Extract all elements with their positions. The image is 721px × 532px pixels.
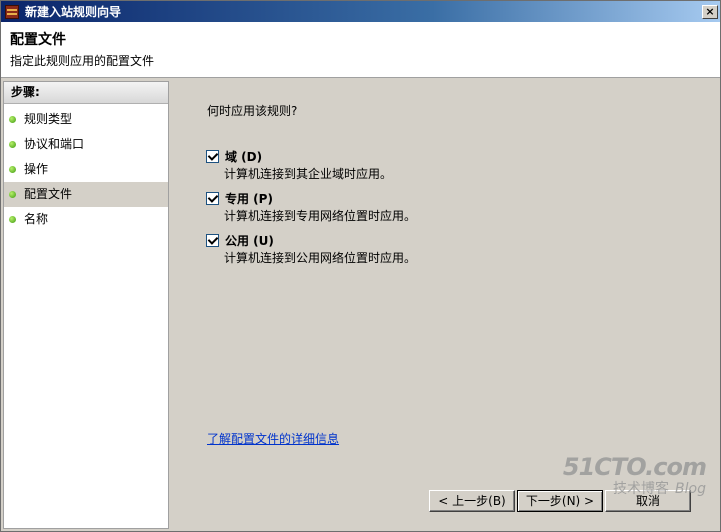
- green-dot-icon: [9, 141, 16, 148]
- wizard-header: 配置文件 指定此规则应用的配置文件: [1, 22, 720, 78]
- firewall-icon: [5, 4, 19, 19]
- domain-checkbox[interactable]: [206, 149, 219, 163]
- private-label[interactable]: 专用 (P): [225, 190, 273, 207]
- step-label: 协议和端口: [24, 137, 85, 151]
- steps-panel: 步骤: 规则类型 协议和端口 操作 配置文件 名称: [3, 81, 169, 529]
- page-title: 配置文件: [10, 32, 66, 48]
- option-domain: 域 (D) 计算机连接到其企业域时应用。: [206, 148, 392, 182]
- green-dot-icon: [9, 166, 16, 173]
- profile-info-link[interactable]: 了解配置文件的详细信息: [207, 430, 339, 447]
- step-rule-type[interactable]: 规则类型: [4, 107, 168, 132]
- green-dot-icon: [9, 116, 16, 123]
- option-private: 专用 (P) 计算机连接到专用网络位置时应用。: [206, 190, 416, 224]
- private-description: 计算机连接到专用网络位置时应用。: [224, 209, 417, 223]
- step-label: 操作: [24, 162, 49, 176]
- option-public: 公用 (U) 计算机连接到公用网络位置时应用。: [206, 232, 416, 266]
- domain-description: 计算机连接到其企业域时应用。: [224, 167, 393, 181]
- step-action[interactable]: 操作: [4, 157, 168, 182]
- private-checkbox[interactable]: [206, 191, 219, 205]
- steps-list: 规则类型 协议和端口 操作 配置文件 名称: [4, 104, 168, 232]
- close-icon[interactable]: ×: [702, 4, 718, 19]
- public-checkbox[interactable]: [206, 233, 219, 247]
- page-subtitle: 指定此规则应用的配置文件: [10, 54, 155, 68]
- step-name[interactable]: 名称: [4, 207, 168, 232]
- main-content: 何时应用该规则? 域 (D) 计算机连接到其企业域时应用。 专用 (P) 计算机…: [171, 81, 720, 529]
- step-label: 规则类型: [24, 112, 73, 126]
- steps-heading: 步骤:: [4, 82, 168, 104]
- wizard-window: 新建入站规则向导 × 配置文件 指定此规则应用的配置文件 步骤: 规则类型 协议…: [0, 0, 721, 532]
- public-description: 计算机连接到公用网络位置时应用。: [224, 251, 417, 265]
- next-button[interactable]: 下一步(N) >: [517, 490, 603, 512]
- step-label: 名称: [24, 212, 49, 226]
- step-protocol-port[interactable]: 协议和端口: [4, 132, 168, 157]
- title-bar[interactable]: 新建入站规则向导 ×: [1, 1, 720, 22]
- public-label[interactable]: 公用 (U): [225, 232, 274, 249]
- step-profile[interactable]: 配置文件: [4, 182, 168, 207]
- window-title: 新建入站规则向导: [25, 5, 122, 19]
- question-text: 何时应用该规则?: [207, 104, 298, 118]
- green-dot-icon: [9, 216, 16, 223]
- green-dot-icon: [9, 191, 16, 198]
- cancel-button[interactable]: 取消: [605, 490, 691, 512]
- step-label: 配置文件: [24, 187, 73, 201]
- domain-label[interactable]: 域 (D): [225, 148, 262, 165]
- back-button[interactable]: < 上一步(B): [429, 490, 515, 512]
